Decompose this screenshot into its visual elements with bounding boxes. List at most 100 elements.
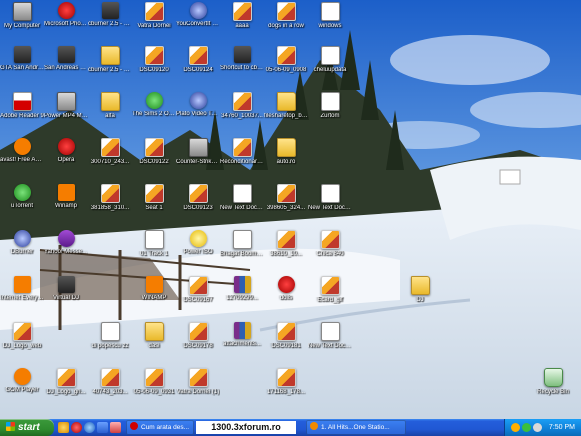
desktop-icon-dolls[interactable]: dolls bbox=[264, 276, 308, 314]
tray-app-icon[interactable] bbox=[511, 423, 520, 432]
image-file-icon bbox=[232, 138, 252, 157]
desktop-icon-cburner[interactable]: cburner 2.5 - by Tomay bbox=[88, 2, 132, 40]
desktop-icon-381858[interactable]: 381858_310... bbox=[88, 184, 132, 222]
desktop-icon-aaaa[interactable]: aaaa bbox=[220, 2, 264, 40]
desktop-icon-dburner[interactable]: DBurner bbox=[0, 230, 44, 268]
desktop-icon-di-popescu[interactable]: di popescu zz bbox=[88, 322, 132, 360]
desktop-icon-adobe-reader[interactable]: Adobe Reader 9 bbox=[0, 92, 44, 130]
photo-editor-icon bbox=[57, 2, 75, 19]
desktop[interactable]: My Computer Microsoft Photo Editor cburn… bbox=[0, 0, 581, 419]
game-icon bbox=[13, 46, 31, 63]
desktop-icon-vatra-dornei-1[interactable]: Vatra Dornei (1) bbox=[176, 368, 220, 406]
desktop-icon-398605[interactable]: 398605_324... bbox=[264, 184, 308, 222]
desktop-icon-cheluupdata[interactable]: cheluupdata bbox=[308, 46, 352, 84]
desktop-icon-dj-logo-web[interactable]: DJ_Logo_web bbox=[0, 322, 44, 360]
desktop-icon-recycle-bin[interactable]: Recycle Bin bbox=[531, 368, 575, 406]
desktop-icon-12709299[interactable]: 12709299... bbox=[220, 276, 264, 314]
image-file-icon bbox=[276, 46, 296, 65]
start-button[interactable]: start bbox=[0, 419, 54, 436]
desktop-icon-300710[interactable]: 300710_243... bbox=[88, 138, 132, 176]
desktop-icon-winamp[interactable]: Winamp bbox=[44, 184, 88, 222]
image-file-icon bbox=[276, 322, 296, 341]
taskbar-item-winamp[interactable]: 1. All Hits...One Statio... bbox=[306, 420, 406, 435]
desktop-icon-dsc09124[interactable]: DSC09124 bbox=[176, 46, 220, 84]
desktop-icon-plato-video[interactable]: Plato Video To DVD Converter bbox=[176, 92, 220, 130]
folder-icon bbox=[410, 276, 430, 295]
desktop-icon-youconvertit[interactable]: YouConvertIt Classic bbox=[176, 2, 220, 40]
desktop-icon-dsc09181[interactable]: DSC09181 bbox=[264, 322, 308, 360]
yahoo-icon bbox=[57, 230, 75, 247]
desktop-icon-new-text-document-4[interactable]: New Text Document (4) bbox=[308, 184, 352, 222]
desktop-icon-ecard-gif[interactable]: Ecard_gif bbox=[308, 276, 352, 314]
desktop-icon-dsc09167[interactable]: DSC09167 bbox=[176, 276, 220, 314]
document-icon bbox=[100, 322, 120, 341]
desktop-icon-cburner-folder[interactable]: cburner 2.5 - by Tomay bbox=[88, 46, 132, 84]
image-file-icon bbox=[320, 276, 340, 295]
tray-volume-icon[interactable] bbox=[533, 423, 542, 432]
desktop-icon-attachments[interactable]: attachments... bbox=[220, 322, 264, 360]
desktop-icon-reconditionare[interactable]: Reconditionare 1300 bbox=[220, 138, 264, 176]
desktop-icon-34760[interactable]: 34760_10037... bbox=[220, 92, 264, 130]
desktop-icon-gta-san-andreas[interactable]: GTA San Andreas bbox=[0, 46, 44, 84]
image-file-icon bbox=[188, 368, 208, 387]
game-icon bbox=[233, 46, 251, 63]
desktop-icon-new-text-document-2[interactable]: New Text Document (2) bbox=[308, 322, 352, 360]
quicklaunch-browser-icon[interactable] bbox=[58, 422, 69, 433]
game-icon bbox=[57, 46, 75, 63]
desktop-icon-new-text-document[interactable]: New Text Document bbox=[220, 184, 264, 222]
desktop-icon-bhagat-boombang[interactable]: Bhagat Boombang bbox=[220, 230, 264, 268]
quicklaunch-desktop-icon[interactable] bbox=[97, 422, 108, 433]
folder-icon bbox=[276, 138, 296, 157]
quicklaunch-opera-icon[interactable] bbox=[71, 422, 82, 433]
desktop-icon-dj-logo-gri[interactable]: DJ_Logo_gri... bbox=[44, 368, 88, 406]
desktop-icon-dsc09122[interactable]: DSC09122 bbox=[132, 138, 176, 176]
desktop-icon-counter-strike[interactable]: Counter-Strike 1.6 v40 bbox=[176, 138, 220, 176]
clock[interactable]: 7:50 PM bbox=[549, 419, 575, 436]
desktop-icon-40743[interactable]: 40743_203... bbox=[88, 368, 132, 406]
desktop-icon-dsc09120[interactable]: DSC09120 bbox=[132, 46, 176, 84]
desktop-icon-chica-840[interactable]: Chica 840 bbox=[308, 230, 352, 268]
desktop-icon-internet-everywhere[interactable]: Internet Everywhere bbox=[0, 276, 44, 314]
image-file-icon bbox=[276, 2, 296, 21]
desktop-icon-dsc09178[interactable]: DSC09178 bbox=[176, 322, 220, 360]
desktop-icon-vatra-dornei[interactable]: Vatra Dornei bbox=[132, 2, 176, 40]
image-file-icon bbox=[188, 276, 208, 295]
desktop-icon-dasi[interactable]: dasi bbox=[132, 322, 176, 360]
desktop-icon-the-sims-2[interactable]: The Sims 2 Open For... bbox=[132, 92, 176, 130]
desktop-icon-auto-ro[interactable]: auto.ro bbox=[264, 138, 308, 176]
desktop-icon-171168[interactable]: 171168_178... bbox=[264, 368, 308, 406]
desktop-icon-seat-1[interactable]: Seat 1 bbox=[132, 184, 176, 222]
desktop-icon-my-computer[interactable]: My Computer bbox=[0, 2, 44, 40]
desktop-icon-dj-folder[interactable]: DJ bbox=[398, 276, 442, 314]
desktop-icon-fileshare-folder[interactable]: filesharetop_bi Bud-Eth - 12... bbox=[264, 92, 308, 130]
desktop-icon-virtual-dj[interactable]: Virtual DJ bbox=[44, 276, 88, 314]
desktop-icon-sa-mod-installer[interactable]: San Andreas Mod Installer bbox=[44, 46, 88, 84]
desktop-icon-avast[interactable]: avast! Free Antivirus bbox=[0, 138, 44, 176]
desktop-icon-power-mp4[interactable]: Power MP4 MOV VCD W... bbox=[44, 92, 88, 130]
desktop-icon-gom-player[interactable]: GOM Player bbox=[0, 368, 44, 406]
desktop-icon-dsc09123[interactable]: DSC09123 bbox=[176, 184, 220, 222]
desktop-icon-05-06-09-0931[interactable]: 05-06-09_0931 bbox=[132, 368, 176, 406]
desktop-icon-power-iso[interactable]: Power ISO bbox=[176, 230, 220, 268]
taskbar-item-opera[interactable]: Cum arata des... bbox=[126, 420, 194, 435]
desktop-icon-alfa[interactable]: alfa bbox=[88, 92, 132, 130]
media-icon bbox=[56, 92, 76, 111]
desktop-icon-shortcut-cburner[interactable]: Shortcut to cburner bbox=[220, 46, 264, 84]
quicklaunch-media-icon[interactable] bbox=[84, 422, 95, 433]
desktop-icon-yahoo-messenger[interactable]: Yahoo! Messenger bbox=[44, 230, 88, 268]
quicklaunch-app-icon[interactable] bbox=[110, 422, 121, 433]
desktop-icon-opera[interactable]: Opera bbox=[44, 138, 88, 176]
tray-network-icon[interactable] bbox=[522, 423, 531, 432]
desktop-icon-dogs-in-a-row[interactable]: dogs in a row bbox=[264, 2, 308, 40]
image-file-icon bbox=[144, 138, 164, 157]
opera-icon bbox=[130, 422, 138, 430]
desktop-icon-05-06-09-0908[interactable]: 05-06-09_0908 bbox=[264, 46, 308, 84]
desktop-icon-photo-editor[interactable]: Microsoft Photo Editor bbox=[44, 2, 88, 40]
desktop-icon-38610[interactable]: 38610_10... bbox=[264, 230, 308, 268]
desktop-icon-01-track-1[interactable]: 01 Track 1 bbox=[132, 230, 176, 268]
desktop-icon-zurtom[interactable]: Zurtom bbox=[308, 92, 352, 130]
image-file-icon bbox=[188, 46, 208, 65]
desktop-icon-utorrent[interactable]: uTorrent bbox=[0, 184, 44, 222]
desktop-icon-windows[interactable]: windows bbox=[308, 2, 352, 40]
desktop-icon-winamp-2[interactable]: WINAMP bbox=[132, 276, 176, 314]
